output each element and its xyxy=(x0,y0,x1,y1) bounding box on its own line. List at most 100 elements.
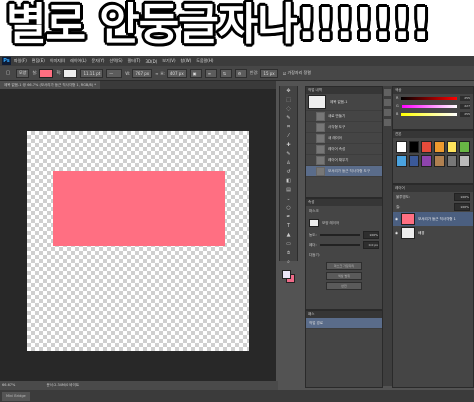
path-item[interactable]: 작업 경로 xyxy=(306,318,382,329)
layer-fill-value[interactable]: 100% xyxy=(454,203,470,211)
swatch[interactable] xyxy=(421,155,432,167)
healing-tool-icon[interactable]: ✚ xyxy=(282,140,295,149)
history-item[interactable]: 새로 만들기 xyxy=(306,111,382,122)
foreground-color-swatch[interactable] xyxy=(282,270,291,279)
canvas-area[interactable] xyxy=(0,89,276,381)
color-r-value[interactable]: 255 xyxy=(460,95,470,101)
eye-icon[interactable]: ◉ xyxy=(395,217,398,221)
quick-select-tool-icon[interactable]: ✎ xyxy=(282,113,295,122)
color-r-slider[interactable] xyxy=(401,96,457,100)
menu-layer[interactable]: 레이어(L) xyxy=(70,58,86,64)
menu-type[interactable]: 문자(Y) xyxy=(92,58,105,64)
color-b-value[interactable]: 255 xyxy=(460,111,470,117)
color-g-slider[interactable] xyxy=(401,104,457,108)
properties-panel-header[interactable]: 속성 xyxy=(306,199,382,206)
zoom-level[interactable]: 66.67% xyxy=(2,383,15,387)
type-tool-icon[interactable]: T xyxy=(282,221,295,230)
layer-row-selected[interactable]: ◉ 모서리가 둥근 직사각형 1 xyxy=(393,212,473,226)
lasso-tool-icon[interactable]: ◌ xyxy=(282,104,295,113)
blur-tool-icon[interactable]: 💧︎ xyxy=(282,194,295,203)
history-item[interactable]: 레이어 속성 xyxy=(306,144,382,155)
opacity-value[interactable]: 100% xyxy=(454,193,470,201)
height-input[interactable]: 407 px xyxy=(166,68,187,78)
swatch[interactable] xyxy=(459,141,470,153)
menu-view[interactable]: 보기(V) xyxy=(162,58,175,64)
density-value[interactable]: 100% xyxy=(363,231,379,239)
swatch[interactable] xyxy=(459,155,470,167)
eyedropper-tool-icon[interactable]: ⁄ xyxy=(282,131,295,140)
radius-input[interactable]: 15 px xyxy=(260,68,278,78)
history-brush-tool-icon[interactable]: ↺ xyxy=(282,167,295,176)
swatch[interactable] xyxy=(446,141,458,153)
rounded-rect-tool-icon[interactable]: ▢ xyxy=(3,69,13,78)
move-tool-icon[interactable]: ✥ xyxy=(282,86,295,95)
menu-select[interactable]: 선택(S) xyxy=(109,58,122,64)
menu-edit[interactable]: 편집(E) xyxy=(32,58,45,64)
brush-tool-icon[interactable]: ✎ xyxy=(282,149,295,158)
stroke-width-input[interactable]: 11.11 pt xyxy=(80,68,104,78)
swatch[interactable] xyxy=(396,155,407,167)
pen-tool-icon[interactable]: ✒ xyxy=(282,212,295,221)
layers-panel-header[interactable]: 레이어 xyxy=(393,185,473,192)
density-slider[interactable] xyxy=(319,234,360,236)
menu-image[interactable]: 이미지(I) xyxy=(50,58,65,64)
eye-icon[interactable]: ◉ xyxy=(395,231,398,235)
stroke-color-swatch[interactable] xyxy=(63,68,78,78)
layer-name[interactable]: 모서리가 둥근 직사각형 1 xyxy=(418,217,456,222)
document-tab[interactable]: 제목 없음-1 @ 66.7% (모서리가 둥근 직사각형 1, RGB/8) … xyxy=(0,81,100,89)
dodge-tool-icon[interactable]: ○ xyxy=(282,203,295,212)
path-select-tool-icon[interactable]: ▲ xyxy=(282,230,295,239)
rounded-rectangle-shape[interactable] xyxy=(53,171,225,246)
swatch[interactable] xyxy=(421,141,432,153)
mini-bridge-tab[interactable]: Mini Bridge xyxy=(2,392,30,401)
menu-window[interactable]: 창(W) xyxy=(181,58,192,64)
mask-thumbnail[interactable] xyxy=(309,219,319,227)
layer-row[interactable]: ◉ 배경 xyxy=(393,226,473,240)
feather-slider[interactable] xyxy=(319,244,360,246)
shape-tool-icon[interactable]: ▭ xyxy=(282,239,295,248)
width-input[interactable]: 767 px xyxy=(132,68,153,78)
swatch[interactable] xyxy=(408,141,420,153)
fill-color-swatch[interactable] xyxy=(39,68,54,78)
menu-3d[interactable]: 3D(D) xyxy=(145,59,157,64)
history-item[interactable]: 사각형 도구 xyxy=(306,122,382,133)
menu-help[interactable]: 도움말(H) xyxy=(196,58,213,64)
document-canvas[interactable] xyxy=(27,131,249,351)
swatch[interactable] xyxy=(408,155,420,167)
color-range-button[interactable]: 색상 범위 xyxy=(326,272,362,280)
crop-tool-icon[interactable]: ⌗ xyxy=(282,122,295,131)
color-b-slider[interactable] xyxy=(401,112,457,116)
path-align-icon[interactable]: ≡ xyxy=(204,68,217,78)
feather-value[interactable]: 0.0 px xyxy=(363,241,379,249)
stroke-type-select[interactable]: — xyxy=(106,68,123,78)
panel-icon[interactable] xyxy=(384,109,391,116)
hand-tool-icon[interactable]: ✋︎ xyxy=(282,248,295,257)
path-ops-icon[interactable]: ▣ xyxy=(189,68,202,78)
gradient-tool-icon[interactable]: ▤ xyxy=(282,185,295,194)
color-g-value[interactable]: 227 xyxy=(460,103,470,109)
swatches-panel-header[interactable]: 견본 xyxy=(393,131,473,138)
zoom-tool-icon[interactable]: ⌕ xyxy=(282,257,295,266)
color-panel-header[interactable]: 색상 xyxy=(393,87,473,94)
gear-icon[interactable]: ⚙ xyxy=(234,68,247,78)
swatch[interactable] xyxy=(434,155,445,167)
layer-name[interactable]: 배경 xyxy=(418,231,424,236)
history-item[interactable]: 레이어 채우기 xyxy=(306,155,382,166)
eraser-tool-icon[interactable]: ◧ xyxy=(282,176,295,185)
swatch[interactable] xyxy=(446,155,458,167)
history-item-selected[interactable]: 모서리가 둥근 직사각형 도구 xyxy=(306,166,382,177)
path-arrange-icon[interactable]: ⇅ xyxy=(219,68,232,78)
mask-edge-button[interactable]: 마스크 가장자리 xyxy=(326,262,362,270)
marquee-tool-icon[interactable]: ⬚ xyxy=(282,95,295,104)
link-icon[interactable]: ∞ xyxy=(155,71,158,76)
history-snapshot[interactable]: 제목 없음-1 xyxy=(306,94,382,111)
stamp-tool-icon[interactable]: ♙ xyxy=(282,158,295,167)
invert-button[interactable]: 반전 xyxy=(326,282,362,290)
history-panel-header[interactable]: 작업 내역 xyxy=(306,87,382,94)
panel-icon[interactable] xyxy=(384,99,391,106)
swatch[interactable] xyxy=(396,141,407,153)
panel-icon[interactable] xyxy=(384,119,391,126)
panel-icon[interactable] xyxy=(384,89,391,96)
menu-filter[interactable]: 필터(T) xyxy=(128,58,141,64)
align-edges-checkbox[interactable]: ☑ 가장자리 정렬 xyxy=(281,70,313,77)
